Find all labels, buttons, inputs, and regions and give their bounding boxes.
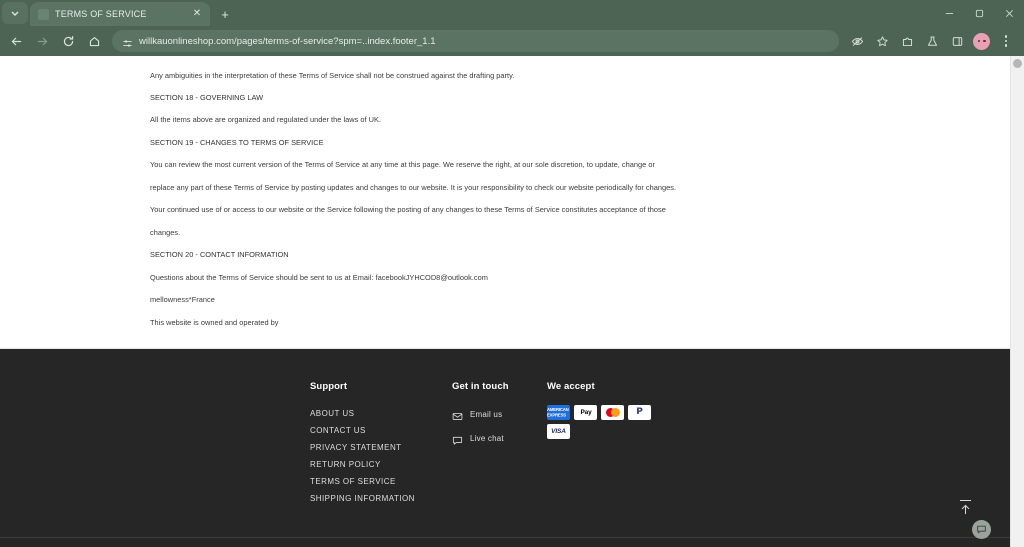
new-tab-button[interactable]: + <box>214 3 236 25</box>
footer-column-we-accept: We accept AMERICAN EXPRESS Pay P VISA <box>547 381 687 507</box>
footer-link-return-policy[interactable]: RETURN POLICY <box>310 456 452 473</box>
apple-pay-icon: Pay <box>574 404 597 420</box>
article-paragraph: This website is owned and operated by <box>150 317 279 327</box>
tab-search-chevron-icon[interactable] <box>2 2 28 24</box>
footer-link-contact-us[interactable]: CONTACT US <box>310 422 452 439</box>
terms-article: Any ambiguities in the interpretation of… <box>0 56 1010 349</box>
amex-label: AMERICAN EXPRESS <box>547 406 569 418</box>
paypal-icon: P <box>628 404 651 420</box>
up-arrow-icon <box>961 505 969 515</box>
footer-link-terms-of-service[interactable]: TERMS OF SERVICE <box>310 473 452 490</box>
chat-launcher-icon <box>977 525 986 534</box>
site-footer: Support ABOUT US CONTACT US PRIVACY STAT… <box>0 348 1010 547</box>
footer-link-privacy-statement[interactable]: PRIVACY STATEMENT <box>310 439 452 456</box>
tab-terms-of-service[interactable]: TERMS OF SERVICE ✕ <box>30 2 210 26</box>
scroll-to-top-button[interactable] <box>954 497 976 519</box>
profile-avatar[interactable] <box>973 32 990 50</box>
footer-live-chat[interactable]: Live chat <box>452 429 547 453</box>
footer-column-get-in-touch: Get in touch Email us Live chat <box>452 381 547 507</box>
footer-heading-we-accept: We accept <box>547 380 595 392</box>
address-bar[interactable]: willkauonlineshop.com/pages/terms-of-ser… <box>112 30 839 52</box>
reload-icon[interactable] <box>56 29 80 53</box>
article-contact-email-line: Questions about the Terms of Service sho… <box>150 272 488 282</box>
article-paragraph: Your continued use of or access to our w… <box>150 205 666 215</box>
maximize-button[interactable] <box>964 0 994 26</box>
footer-email-us-label: Email us <box>470 409 503 419</box>
footer-link-about-us[interactable]: ABOUT US <box>310 405 452 422</box>
article-paragraph: Any ambiguities in the interpretation of… <box>150 70 515 80</box>
home-icon[interactable] <box>82 29 106 53</box>
forward-arrow-icon[interactable] <box>30 29 54 53</box>
extensions-icon[interactable] <box>895 29 919 53</box>
window-controls <box>934 0 1024 26</box>
page-scrollbar[interactable] <box>1010 56 1024 547</box>
footer-heading-get-in-touch: Get in touch <box>452 380 509 392</box>
star-icon[interactable] <box>870 29 894 53</box>
chat-bubble-icon <box>452 433 463 445</box>
close-tab-icon[interactable]: ✕ <box>190 7 204 21</box>
back-arrow-icon[interactable] <box>4 29 28 53</box>
article-heading-section-19: SECTION 19 - CHANGES TO TERMS OF SERVICE <box>150 137 324 147</box>
article-paragraph: changes. <box>150 227 181 237</box>
footer-columns: Support ABOUT US CONTACT US PRIVACY STAT… <box>310 349 1010 537</box>
footer-heading-support: Support <box>310 380 348 392</box>
paypal-label: P <box>636 406 643 417</box>
article-heading-section-18: SECTION 18 - GOVERNING LAW <box>150 92 264 102</box>
page-content: Any ambiguities in the interpretation of… <box>0 56 1010 547</box>
scroll-to-top-bar <box>959 499 971 502</box>
live-chat-launcher[interactable] <box>972 520 991 539</box>
footer-bottom-bar: © 2023 LUCKY-NFL ABOUT US CONTACT US PRI… <box>0 536 1010 547</box>
article-paragraph: All the items above are organized and re… <box>150 115 382 125</box>
payment-methods: AMERICAN EXPRESS Pay P VISA <box>547 404 667 439</box>
close-window-button[interactable] <box>994 0 1024 26</box>
scrollbar-thumb[interactable] <box>1013 59 1022 68</box>
footer-live-chat-label: Live chat <box>470 433 504 443</box>
footer-email-us[interactable]: Email us <box>452 405 547 429</box>
article-paragraph: mellowness*France <box>150 295 215 305</box>
footer-column-support: Support ABOUT US CONTACT US PRIVACY STAT… <box>310 381 452 507</box>
url-text[interactable]: willkauonlineshop.com/pages/terms-of-ser… <box>139 36 436 47</box>
eye-slash-icon[interactable] <box>845 29 869 53</box>
toolbar-right-icons <box>845 29 1018 53</box>
apple-pay-label: Pay <box>580 408 592 416</box>
article-paragraph: You can review the most current version … <box>150 160 655 170</box>
avatar-face <box>977 39 986 43</box>
tab-title: TERMS OF SERVICE <box>55 9 147 19</box>
footer-link-shipping-information[interactable]: SHIPPING INFORMATION <box>310 490 452 507</box>
minimize-button[interactable] <box>934 0 964 26</box>
envelope-icon <box>452 409 463 420</box>
page-viewport: Any ambiguities in the interpretation of… <box>0 56 1024 547</box>
visa-label: VISA <box>551 427 566 435</box>
tab-favicon <box>38 8 49 20</box>
browser-toolbar: willkauonlineshop.com/pages/terms-of-ser… <box>0 26 1024 56</box>
article-paragraph: replace any part of these Terms of Servi… <box>150 182 677 192</box>
browser-window: TERMS OF SERVICE ✕ + willkauonlineshop.c… <box>0 0 1024 547</box>
labs-flask-icon[interactable] <box>920 29 944 53</box>
site-settings-icon[interactable] <box>122 36 133 47</box>
visa-icon: VISA <box>547 423 570 439</box>
mastercard-icon <box>601 404 624 420</box>
tab-strip: TERMS OF SERVICE ✕ + <box>0 0 1024 26</box>
article-heading-section-20: SECTION 20 - CONTACT INFORMATION <box>150 250 289 260</box>
browser-chrome: TERMS OF SERVICE ✕ + willkauonlineshop.c… <box>0 0 1024 56</box>
amex-icon: AMERICAN EXPRESS <box>547 404 570 420</box>
side-panel-icon[interactable] <box>945 29 969 53</box>
menu-kebab-icon[interactable] <box>994 29 1018 53</box>
